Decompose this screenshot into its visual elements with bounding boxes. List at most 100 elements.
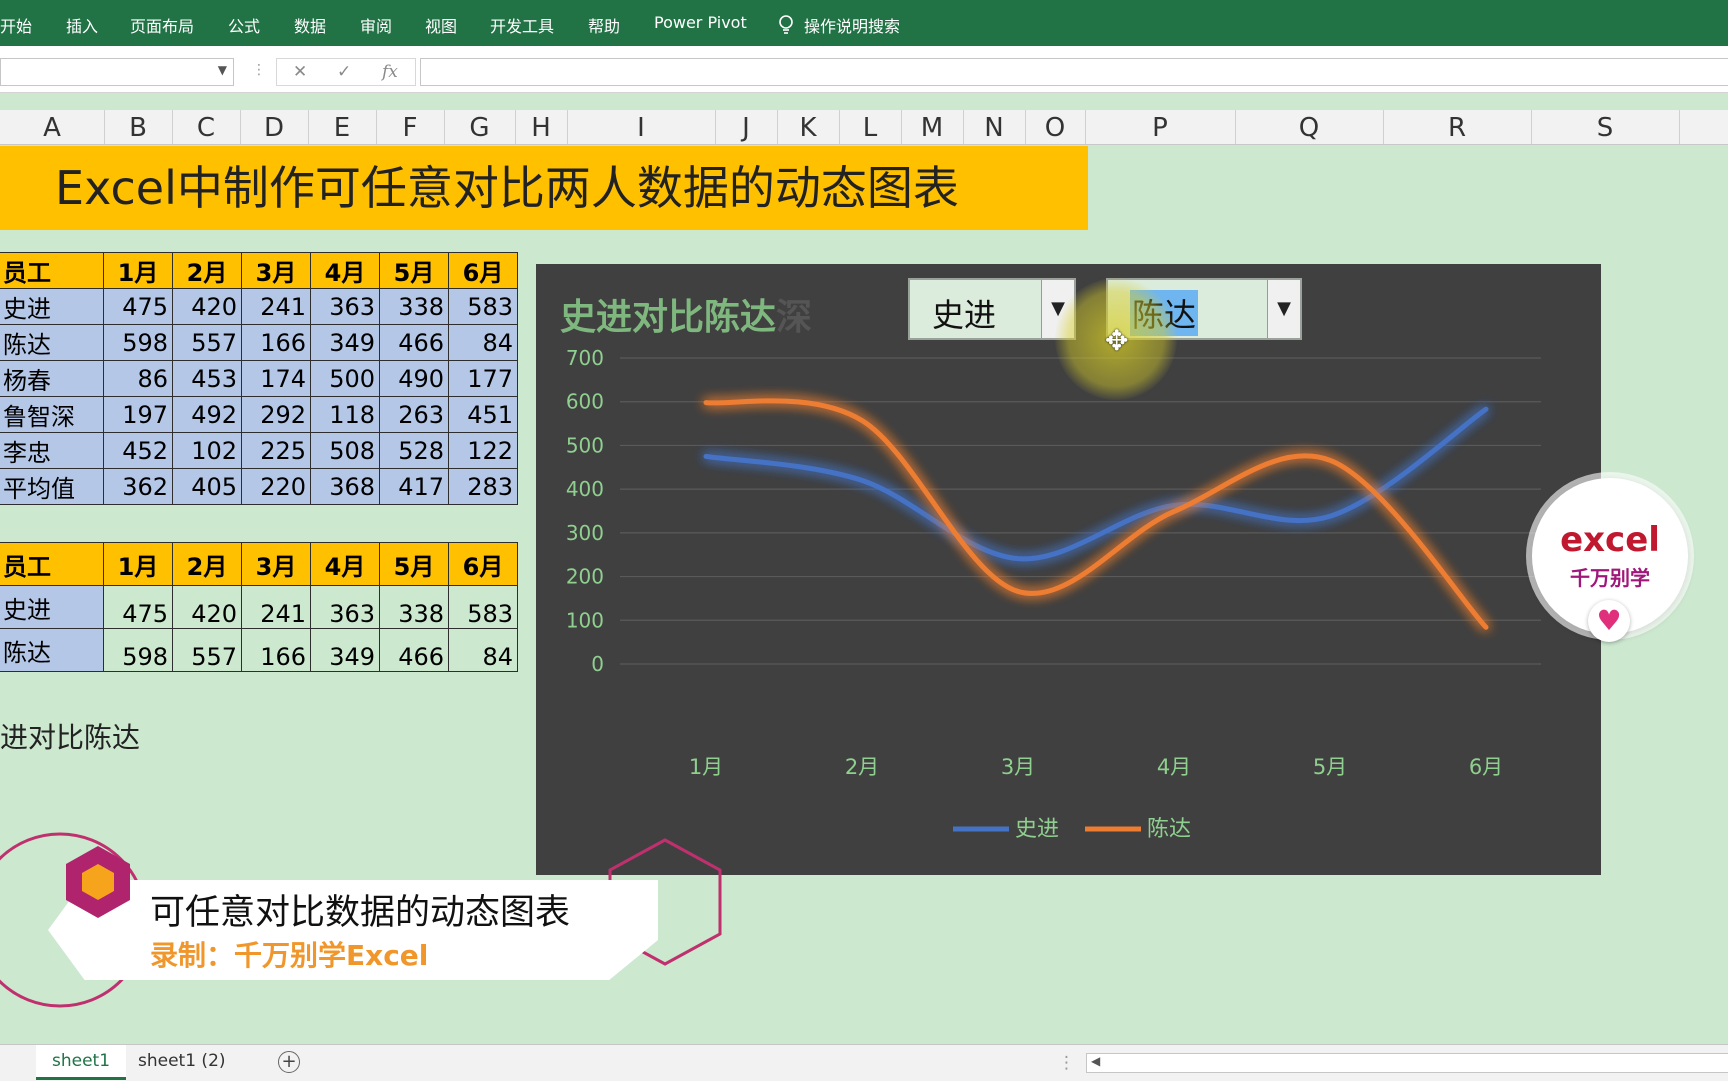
value-cell[interactable]: 466 (379, 324, 449, 361)
scroll-left-icon[interactable]: ◀ (1091, 1054, 1100, 1068)
value-cell[interactable]: 197 (103, 396, 173, 433)
value-cell[interactable]: 177 (448, 360, 518, 397)
tab-home[interactable]: 开始 (0, 13, 32, 37)
value-cell[interactable]: 492 (172, 396, 242, 433)
value-cell[interactable]: 283 (448, 468, 518, 505)
column-header[interactable]: S (1531, 110, 1680, 144)
value-cell[interactable]: 362 (103, 468, 173, 505)
scrollbar-thumb[interactable] (1105, 1056, 1715, 1068)
value-cell[interactable]: 420 (172, 585, 242, 629)
value-cell[interactable]: 338 (379, 585, 449, 629)
header-cell[interactable]: 6月 (448, 542, 518, 586)
value-cell[interactable]: 225 (241, 432, 311, 469)
column-header[interactable]: E (308, 110, 377, 144)
column-header[interactable]: K (777, 110, 840, 144)
value-cell[interactable]: 405 (172, 468, 242, 505)
title-banner[interactable]: Excel中制作可任意对比两人数据的动态图表 (0, 146, 1088, 230)
value-cell[interactable]: 583 (448, 288, 518, 325)
value-cell[interactable]: 174 (241, 360, 311, 397)
row-label-cell[interactable]: 杨春 (0, 360, 104, 397)
value-cell[interactable]: 417 (379, 468, 449, 505)
row-label-cell[interactable]: 平均值 (0, 468, 104, 505)
column-header[interactable]: H (515, 110, 568, 144)
column-header[interactable]: C (172, 110, 241, 144)
tab-help[interactable]: 帮助 (588, 13, 620, 37)
value-cell[interactable]: 500 (310, 360, 380, 397)
value-cell[interactable]: 528 (379, 432, 449, 469)
tab-data[interactable]: 数据 (294, 13, 326, 37)
tab-power-pivot[interactable]: Power Pivot (654, 13, 747, 32)
tab-review[interactable]: 审阅 (360, 13, 392, 37)
value-cell[interactable]: 292 (241, 396, 311, 433)
header-cell[interactable]: 1月 (103, 252, 173, 289)
row-label-cell[interactable]: 陈达 (0, 628, 104, 672)
header-cell[interactable]: 5月 (379, 252, 449, 289)
value-cell[interactable]: 338 (379, 288, 449, 325)
column-header[interactable]: N (963, 110, 1026, 144)
value-cell[interactable]: 349 (310, 324, 380, 361)
combo-box-left[interactable]: 史进 ▼ (908, 278, 1076, 340)
add-sheet-icon[interactable]: + (278, 1051, 300, 1073)
column-header[interactable]: D (240, 110, 309, 144)
value-cell[interactable]: 598 (103, 324, 173, 361)
value-cell[interactable]: 122 (448, 432, 518, 469)
dropdown-arrow-icon[interactable]: ▼ (1267, 280, 1300, 338)
header-cell[interactable]: 5月 (379, 542, 449, 586)
value-cell[interactable]: 475 (103, 585, 173, 629)
value-cell[interactable]: 220 (241, 468, 311, 505)
tab-insert[interactable]: 插入 (66, 13, 98, 37)
value-cell[interactable]: 368 (310, 468, 380, 505)
value-cell[interactable]: 86 (103, 360, 173, 397)
column-header[interactable]: I (567, 110, 716, 144)
column-header[interactable]: Q (1235, 110, 1384, 144)
cancel-icon[interactable]: ✕ (293, 62, 307, 82)
column-header[interactable]: F (376, 110, 445, 144)
value-cell[interactable]: 557 (172, 628, 242, 672)
column-header[interactable]: P (1085, 110, 1236, 144)
value-cell[interactable]: 598 (103, 628, 173, 672)
value-cell[interactable]: 263 (379, 396, 449, 433)
column-header[interactable]: O (1025, 110, 1086, 144)
value-cell[interactable]: 475 (103, 288, 173, 325)
value-cell[interactable]: 118 (310, 396, 380, 433)
header-cell[interactable]: 1月 (103, 542, 173, 586)
row-label-cell[interactable]: 李忠 (0, 432, 104, 469)
value-cell[interactable]: 349 (310, 628, 380, 672)
column-header[interactable]: R (1383, 110, 1532, 144)
value-cell[interactable]: 466 (379, 628, 449, 672)
tab-developer[interactable]: 开发工具 (490, 13, 554, 37)
name-box[interactable]: ▼ (0, 58, 234, 86)
column-header[interactable]: G (444, 110, 516, 144)
chevron-down-icon[interactable]: ▼ (218, 63, 227, 77)
check-icon[interactable]: ✓ (337, 62, 351, 82)
chart-title-cell[interactable]: 进对比陈达 (0, 716, 140, 756)
horizontal-scrollbar[interactable]: ◀ (1086, 1053, 1728, 1073)
column-header[interactable]: L (839, 110, 902, 144)
formula-input[interactable] (420, 58, 1728, 86)
value-cell[interactable]: 508 (310, 432, 380, 469)
tell-me-search[interactable]: 操作说明搜索 (778, 13, 900, 37)
value-cell[interactable]: 420 (172, 288, 242, 325)
value-cell[interactable]: 363 (310, 288, 380, 325)
value-cell[interactable]: 451 (448, 396, 518, 433)
value-cell[interactable]: 453 (172, 360, 242, 397)
value-cell[interactable]: 241 (241, 585, 311, 629)
value-cell[interactable]: 452 (103, 432, 173, 469)
header-cell[interactable]: 员工 (0, 542, 104, 586)
tab-view[interactable]: 视图 (425, 13, 457, 37)
value-cell[interactable]: 363 (310, 585, 380, 629)
column-header[interactable]: B (104, 110, 173, 144)
function-icon[interactable]: fx (382, 62, 398, 82)
value-cell[interactable]: 166 (241, 628, 311, 672)
value-cell[interactable]: 102 (172, 432, 242, 469)
row-label-cell[interactable]: 鲁智深 (0, 396, 104, 433)
header-cell[interactable]: 4月 (310, 542, 380, 586)
value-cell[interactable]: 166 (241, 324, 311, 361)
sheet-tab-sheet1[interactable]: sheet1 (36, 1045, 127, 1080)
value-cell[interactable]: 490 (379, 360, 449, 397)
value-cell[interactable]: 84 (448, 324, 518, 361)
header-cell[interactable]: 3月 (241, 252, 311, 289)
header-cell[interactable]: 2月 (172, 252, 242, 289)
column-header[interactable]: A (0, 110, 105, 144)
tab-formulas[interactable]: 公式 (228, 13, 260, 37)
